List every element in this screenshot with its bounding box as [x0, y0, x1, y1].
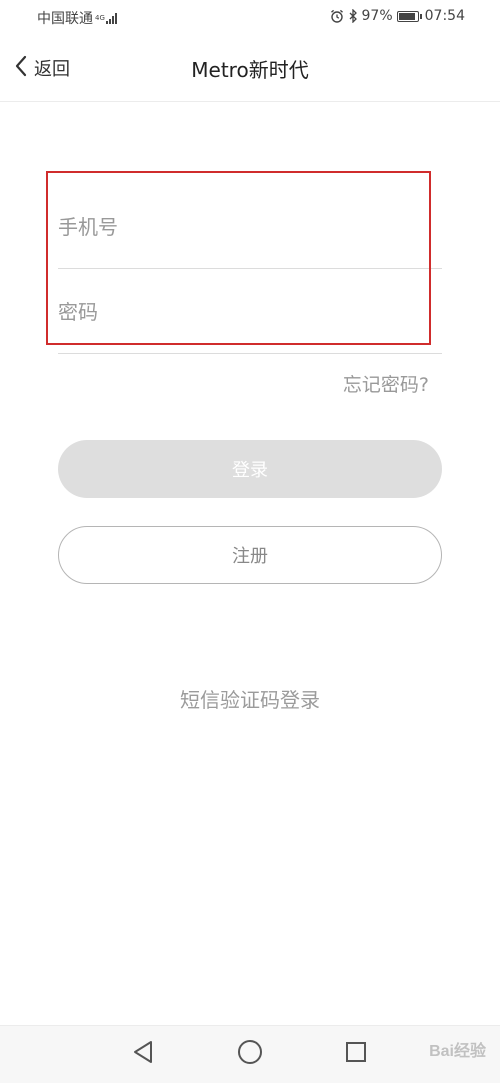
nav-bar: 返回 Metro新时代: [0, 34, 500, 102]
system-recents-button[interactable]: [342, 1040, 370, 1068]
status-left: 中国联通 4G: [37, 8, 117, 28]
system-home-button[interactable]: [236, 1040, 264, 1068]
recents-square-icon: [344, 1040, 368, 1068]
page-title: Metro新时代: [191, 58, 309, 82]
system-back-button[interactable]: [129, 1040, 157, 1068]
password-input[interactable]: [58, 270, 442, 353]
status-right: 97% 07:54: [330, 8, 465, 24]
password-field-container: [58, 270, 442, 354]
login-button[interactable]: 登录: [58, 440, 442, 498]
battery-icon: [396, 10, 422, 22]
status-bar: 中国联通 4G 97% 07:54: [0, 0, 500, 34]
phone-field-container: [58, 185, 442, 269]
battery-percent: 97%: [361, 8, 393, 24]
signal-icon: [106, 12, 117, 24]
forgot-password-link[interactable]: 忘记密码?: [343, 370, 429, 397]
bluetooth-icon: [348, 9, 358, 23]
system-nav-bar: Bai经验: [0, 1025, 500, 1083]
carrier-name: 中国联通: [37, 11, 93, 27]
home-circle-icon: [237, 1039, 263, 1069]
phone-input[interactable]: [58, 185, 442, 268]
register-button[interactable]: 注册: [58, 526, 442, 584]
sms-login-link[interactable]: 短信验证码登录: [0, 684, 500, 713]
watermark-logo: Bai经验: [429, 1043, 486, 1060]
network-type: 4G: [95, 13, 105, 22]
alarm-icon: [330, 9, 344, 23]
back-triangle-icon: [132, 1040, 154, 1068]
clock-time: 07:54: [424, 8, 465, 24]
